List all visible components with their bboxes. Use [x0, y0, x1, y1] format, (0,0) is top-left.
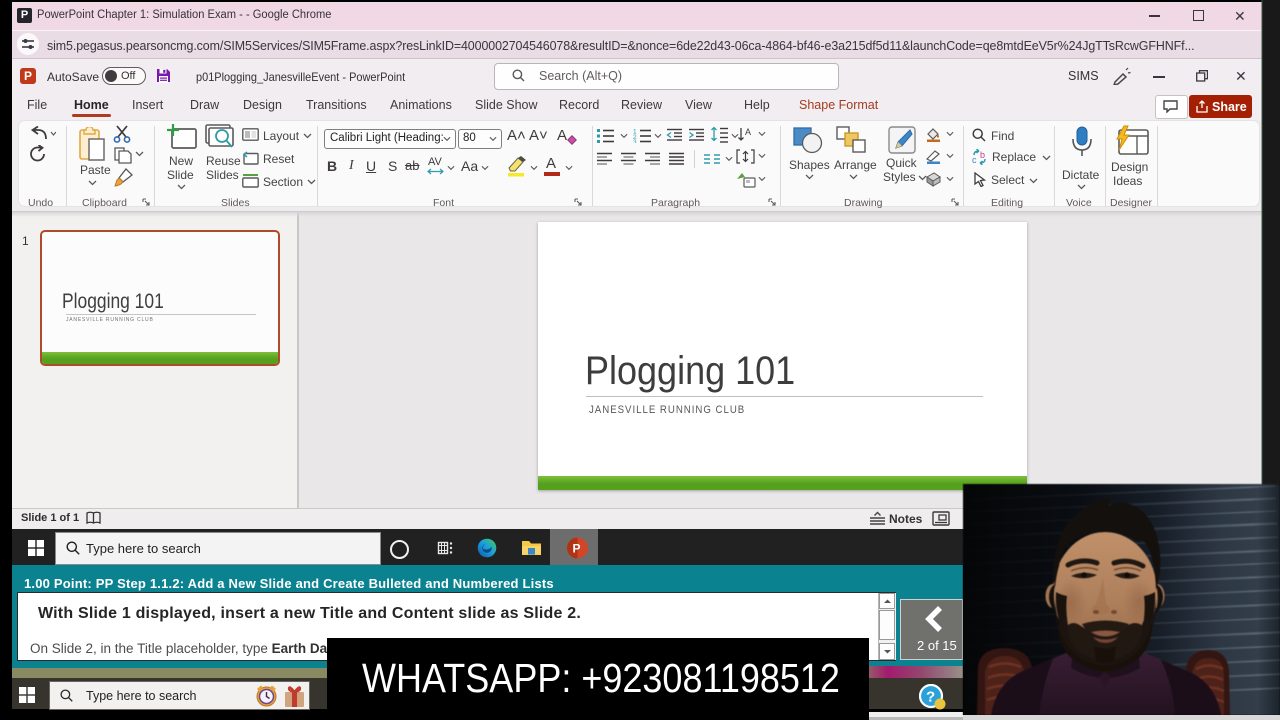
svg-text:c: c — [972, 155, 977, 165]
svg-text:3: 3 — [633, 139, 637, 143]
svg-text:?: ? — [926, 689, 935, 706]
svg-text:P: P — [573, 542, 581, 556]
svg-text:A: A — [745, 127, 751, 137]
svg-text:b: b — [980, 150, 985, 160]
